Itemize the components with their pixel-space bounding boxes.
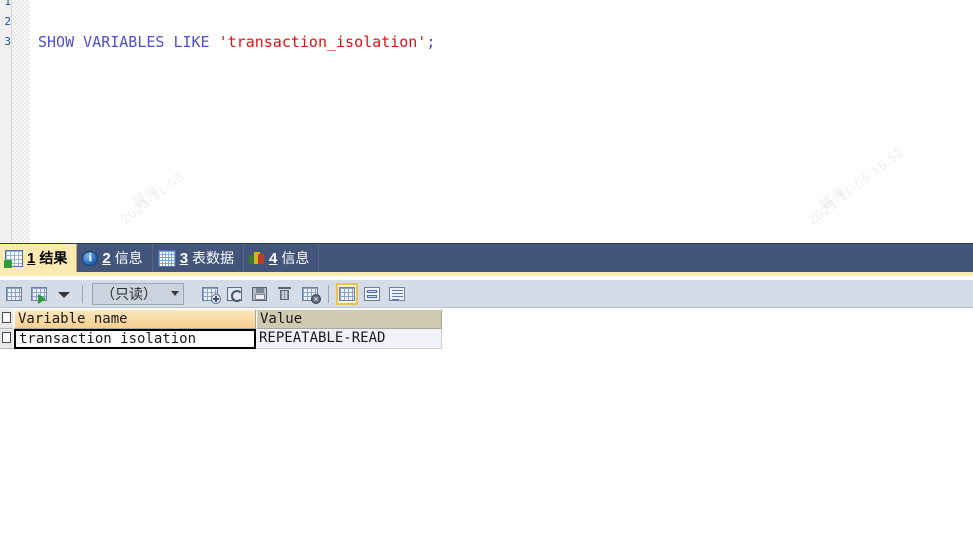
row-selector[interactable]: [0, 329, 14, 349]
save-record-icon[interactable]: [249, 283, 271, 305]
watermark-text-right-1: 智海: [816, 183, 849, 213]
table-cell[interactable]: REPEATABLE-READ: [256, 329, 442, 349]
info-circle-icon: [82, 250, 99, 266]
editor-gutter-hatch: [12, 0, 30, 243]
toolbar-gap-1: [191, 285, 192, 303]
watermark-text-left-2: 2023-11-06: [118, 168, 187, 227]
line-number: 2: [4, 15, 11, 28]
tab-结果-1[interactable]: 1 结果: [0, 244, 78, 272]
watermark-text-left-1: 智海: [129, 181, 162, 211]
tab-number: 1: [27, 249, 36, 267]
line-number-column: 1 2 3: [0, 0, 11, 52]
tab-信息-2[interactable]: 2信息: [77, 244, 153, 272]
view-text-icon[interactable]: [386, 283, 408, 305]
readonly-select[interactable]: （只读）: [92, 282, 184, 305]
sql-line: [38, 12, 435, 32]
table-data-icon: [157, 249, 176, 267]
tab-表数据-3[interactable]: 3 表数据: [153, 244, 245, 272]
table-cell[interactable]: transaction isolation: [14, 329, 256, 349]
sql-line: [38, 0, 435, 12]
tab-label: 信息: [281, 250, 310, 266]
table-row[interactable]: transaction isolation REPEATABLE-READ: [0, 329, 442, 349]
chevron-down-icon[interactable]: [53, 283, 75, 305]
sql-code-area[interactable]: SHOW VARIABLES LIKE 'transaction_isolati…: [38, 0, 435, 52]
tab-number: 4: [269, 249, 278, 267]
result-grid[interactable]: Variable name Value transaction isolation R…: [0, 309, 442, 349]
column-header[interactable]: Value: [256, 309, 442, 329]
grid-view-icon[interactable]: [3, 283, 25, 305]
add-record-icon[interactable]: [199, 283, 221, 305]
grid-corner-selector[interactable]: [0, 309, 14, 329]
line-number: 1: [4, 0, 11, 8]
view-form-icon[interactable]: [361, 283, 383, 305]
line-number: 3: [4, 35, 11, 48]
export-grid-icon[interactable]: [28, 283, 50, 305]
sql-token-kw: SHOW VARIABLES LIKE: [38, 33, 219, 51]
tab-信息-4[interactable]: 4 信息: [244, 244, 320, 272]
view-grid-icon[interactable]: [336, 282, 358, 305]
readonly-select-value: （只读）: [101, 285, 157, 302]
grid-header-row: Variable name Value: [0, 309, 442, 329]
sql-line: SHOW VARIABLES LIKE 'transaction_isolati…: [38, 32, 435, 52]
sql-editor[interactable]: 1 2 3 SHOW VARIABLES LIKE 'transaction_iso…: [0, 0, 973, 243]
sql-token-pn: ;: [426, 33, 436, 51]
toolbar-separator-1: [82, 284, 83, 303]
result-toolbar: （只读） ×: [0, 280, 973, 308]
result-tabstrip: 1结果2信息3表数据4信息: [0, 243, 973, 276]
cancel-edit-icon[interactable]: ×: [299, 283, 321, 305]
toolbar-separator-2: [328, 284, 329, 303]
result-grid-icon: [4, 249, 23, 268]
column-header[interactable]: Variable name: [14, 309, 256, 329]
watermark-text-right-2: 2023-11-06 15:52: [805, 143, 907, 228]
tab-label: 结果: [39, 250, 68, 266]
tab-label: 信息: [114, 250, 143, 266]
chart-info-icon: [249, 251, 265, 266]
tab-list: 1结果2信息3表数据4信息: [0, 244, 973, 272]
nav icat-query-window: 1 2 3 SHOW VARIABLES LIKE 'transaction_iso…: [0, 0, 973, 544]
tab-number: 3: [179, 249, 189, 267]
tab-label: 表数据: [192, 250, 235, 266]
tab-number: 2: [102, 249, 111, 267]
chevron-down-icon: [171, 291, 179, 296]
sql-token-str: 'transaction_isolation': [218, 33, 427, 51]
delete-record-icon[interactable]: [274, 283, 296, 305]
refresh-icon[interactable]: [224, 283, 246, 305]
